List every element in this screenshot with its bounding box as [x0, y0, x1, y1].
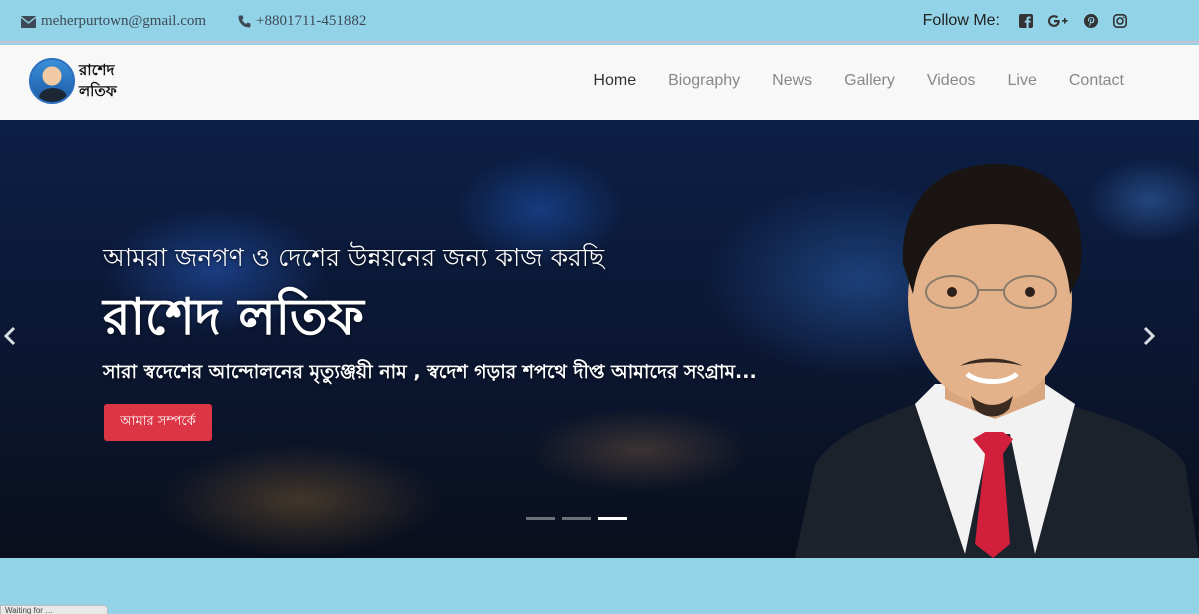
pinterest-icon[interactable]	[1083, 14, 1098, 29]
instagram-icon[interactable]	[1112, 14, 1127, 29]
facebook-icon[interactable]	[1018, 14, 1033, 29]
hero-subtitle: সারা স্বদেশের আন্দোলনের মৃত্যুঞ্জয়ী নাম…	[103, 361, 757, 383]
browser-status-bar: Waiting for …	[0, 605, 108, 614]
nav-menu: Home Biography News Gallery Videos Live …	[593, 72, 1124, 90]
site-logo[interactable]: রাশেদ লতিফ	[29, 58, 117, 104]
hero-tagline: আমরা জনগণ ও দেশের উন্নয়নের জন্য কাজ করছ…	[103, 243, 605, 272]
email-text: meherpurtown@gmail.com	[41, 13, 207, 29]
carousel-indicator[interactable]	[598, 517, 627, 520]
brand-line-2: লতিফ	[79, 82, 117, 100]
carousel-next-button[interactable]	[1139, 325, 1159, 353]
brand-line-1: রাশেদ	[79, 61, 115, 79]
envelope-icon	[21, 15, 36, 28]
chevron-right-icon	[1143, 326, 1156, 346]
email-contact[interactable]: meherpurtown@gmail.com	[21, 13, 206, 30]
avatar	[29, 58, 75, 104]
nav-home[interactable]: Home	[593, 72, 636, 90]
nav-news[interactable]: News	[772, 72, 812, 90]
about-me-button[interactable]: আমার সম্পর্কে	[104, 404, 212, 441]
nav-gallery[interactable]: Gallery	[844, 72, 895, 90]
hero-carousel: আমরা জনগণ ও দেশের উন্নয়নের জন্য কাজ করছ…	[0, 120, 1199, 558]
nav-contact[interactable]: Contact	[1069, 72, 1124, 90]
phone-icon	[238, 15, 251, 28]
phone-text: +8801711-451882	[256, 13, 367, 29]
phone-contact[interactable]: +8801711-451882	[238, 13, 366, 30]
nav-live[interactable]: Live	[1008, 72, 1037, 90]
nav-biography[interactable]: Biography	[668, 72, 740, 90]
main-navbar: রাশেদ লতিফ Home Biography News Gallery V…	[0, 45, 1199, 120]
brand-name: রাশেদ লতিফ	[79, 60, 117, 102]
social-links: Follow Me:	[923, 12, 1127, 30]
chevron-left-icon	[3, 326, 16, 346]
carousel-indicator[interactable]	[562, 517, 591, 520]
follow-label: Follow Me:	[922, 12, 1000, 29]
carousel-prev-button[interactable]	[0, 325, 20, 353]
hero-title: রাশেদ লতিফ	[103, 288, 364, 346]
top-bar: meherpurtown@gmail.com +8801711-451882 F…	[0, 0, 1199, 43]
nav-videos[interactable]: Videos	[927, 72, 976, 90]
carousel-indicators	[526, 517, 627, 520]
carousel-indicator[interactable]	[526, 517, 555, 520]
google-plus-icon[interactable]	[1047, 14, 1069, 29]
